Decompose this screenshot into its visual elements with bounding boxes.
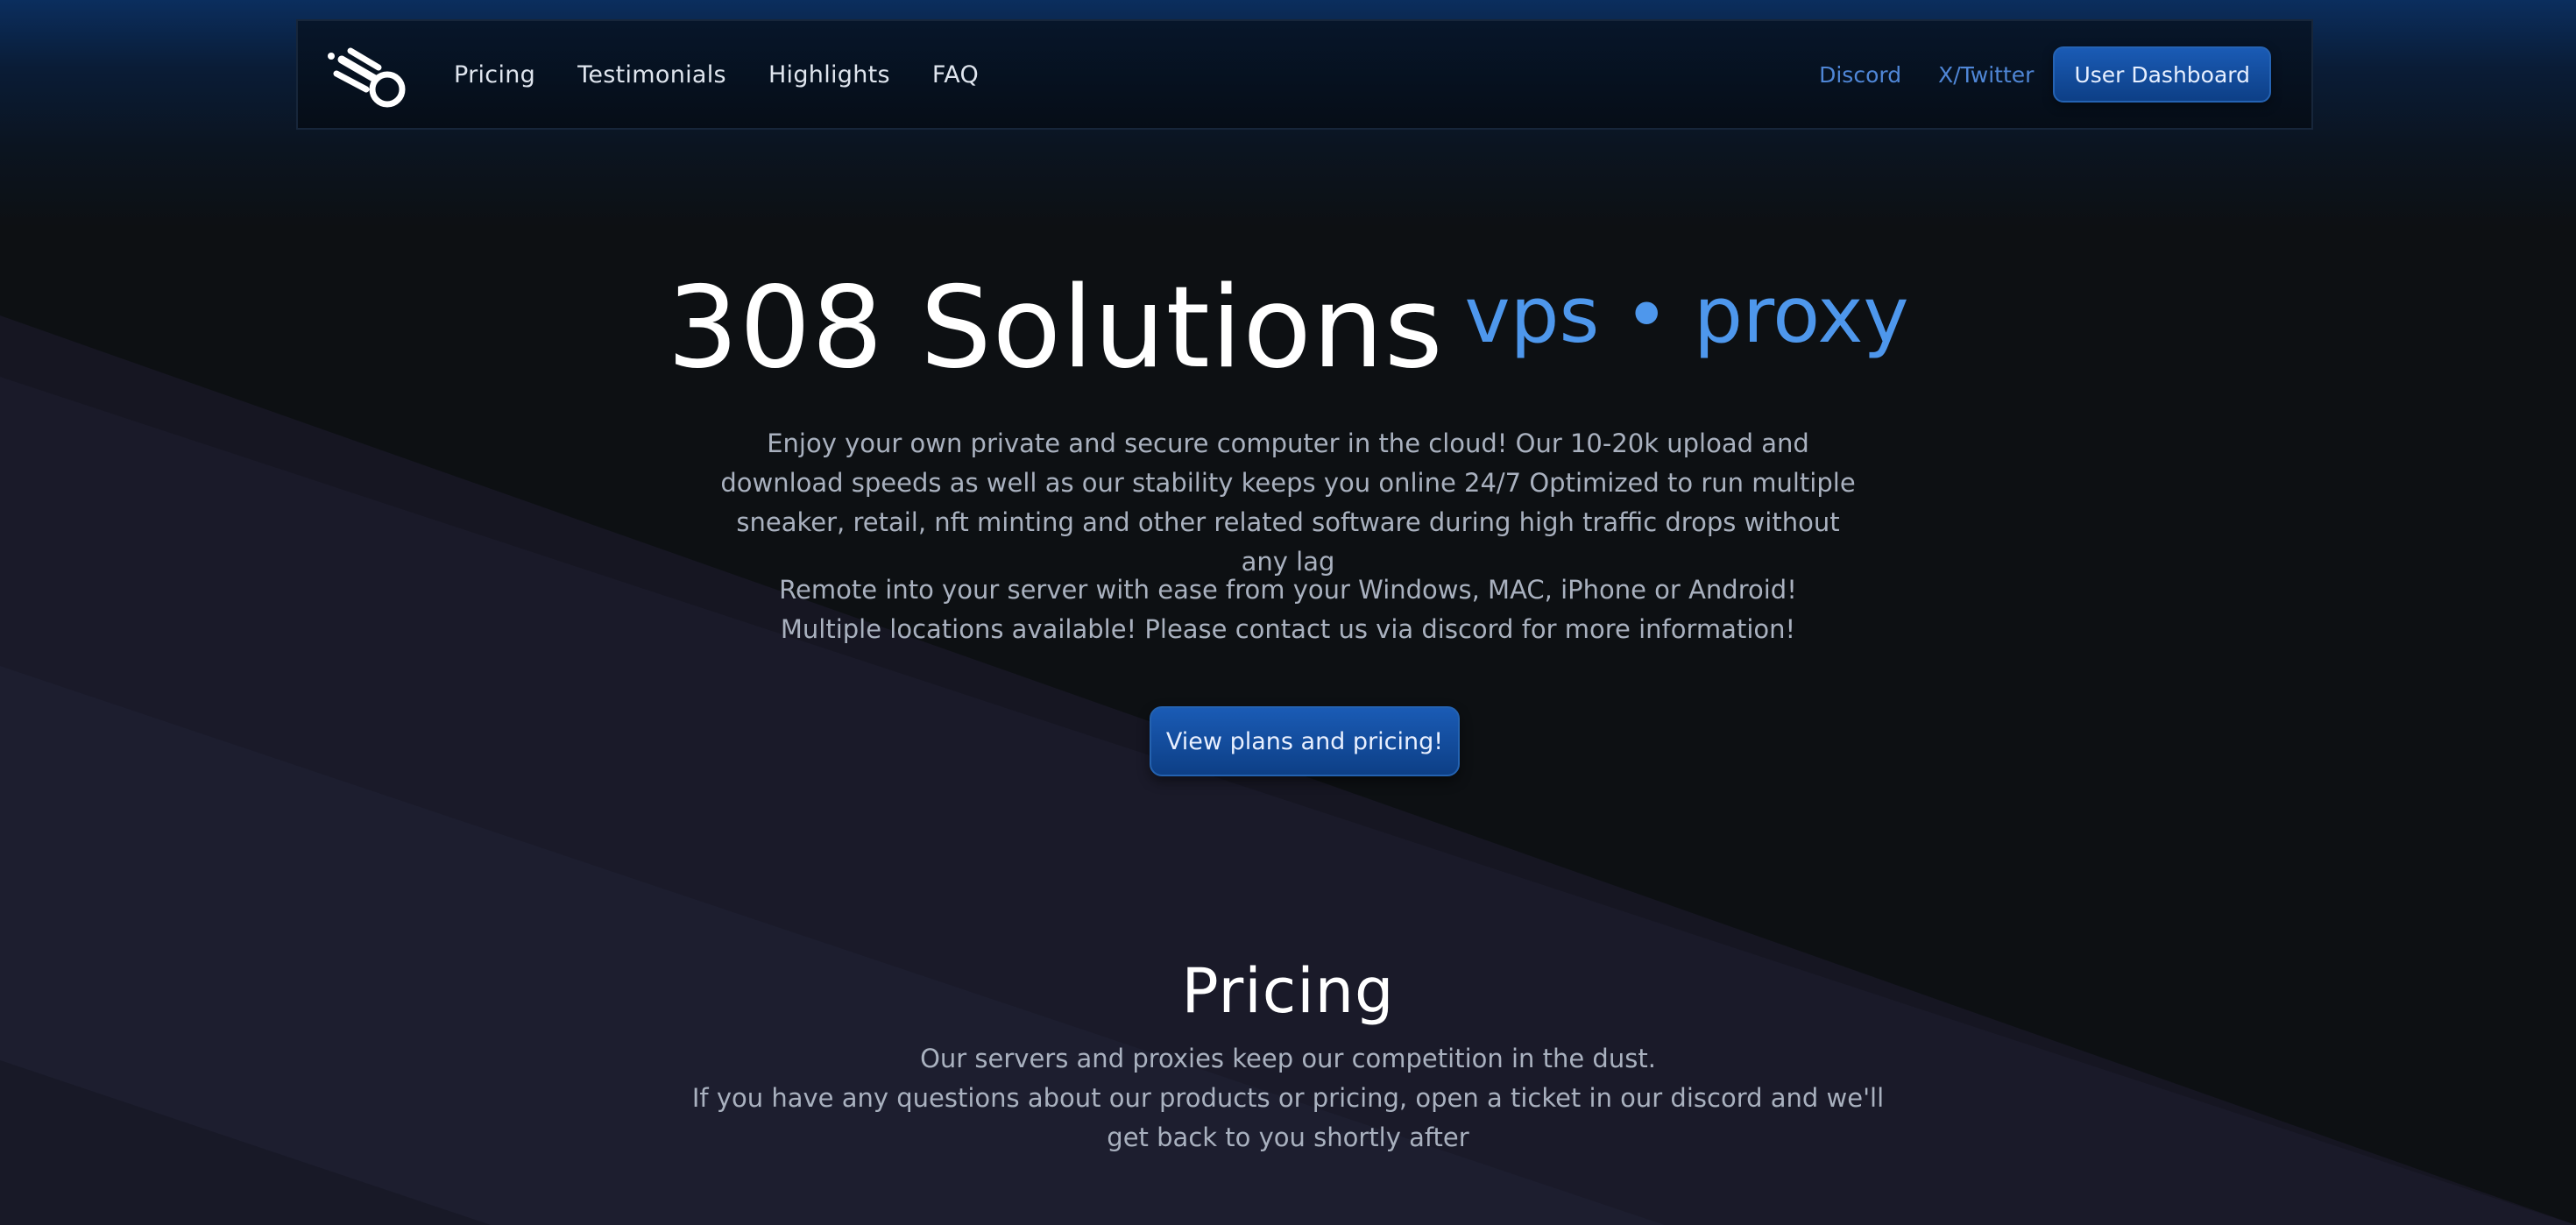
- hero-paragraph-1: Enjoy your own private and secure comput…: [720, 428, 1856, 577]
- user-dashboard-button[interactable]: User Dashboard: [2053, 46, 2271, 103]
- twitter-link[interactable]: X/Twitter: [1938, 62, 2034, 88]
- hero-subtitle: vps • proxy: [1464, 270, 1909, 360]
- view-plans-button[interactable]: View plans and pricing!: [1150, 706, 1460, 776]
- nav-link-pricing[interactable]: Pricing: [454, 61, 535, 89]
- pricing-description-2: If you have any questions about our prod…: [691, 1083, 1885, 1152]
- hero-paragraph-2: Remote into your server with ease from y…: [779, 575, 1797, 644]
- nav-link-testimonials[interactable]: Testimonials: [577, 61, 726, 89]
- comet-logo-icon[interactable]: [324, 39, 412, 112]
- navbar: Pricing Testimonials Highlights FAQ Disc…: [296, 19, 2313, 130]
- nav-link-highlights[interactable]: Highlights: [768, 61, 890, 89]
- pricing-heading: Pricing: [1181, 955, 1395, 1027]
- nav-links: Pricing Testimonials Highlights FAQ: [454, 21, 1021, 128]
- discord-link[interactable]: Discord: [1819, 62, 1901, 88]
- hero-heading: 308 Solutions vps • proxy: [0, 263, 2576, 393]
- hero-title: 308 Solutions: [667, 263, 1444, 393]
- nav-right: Discord X/Twitter User Dashboard: [1819, 21, 2271, 128]
- nav-link-faq[interactable]: FAQ: [932, 61, 979, 89]
- pricing-description-1: Our servers and proxies keep our competi…: [920, 1044, 1656, 1073]
